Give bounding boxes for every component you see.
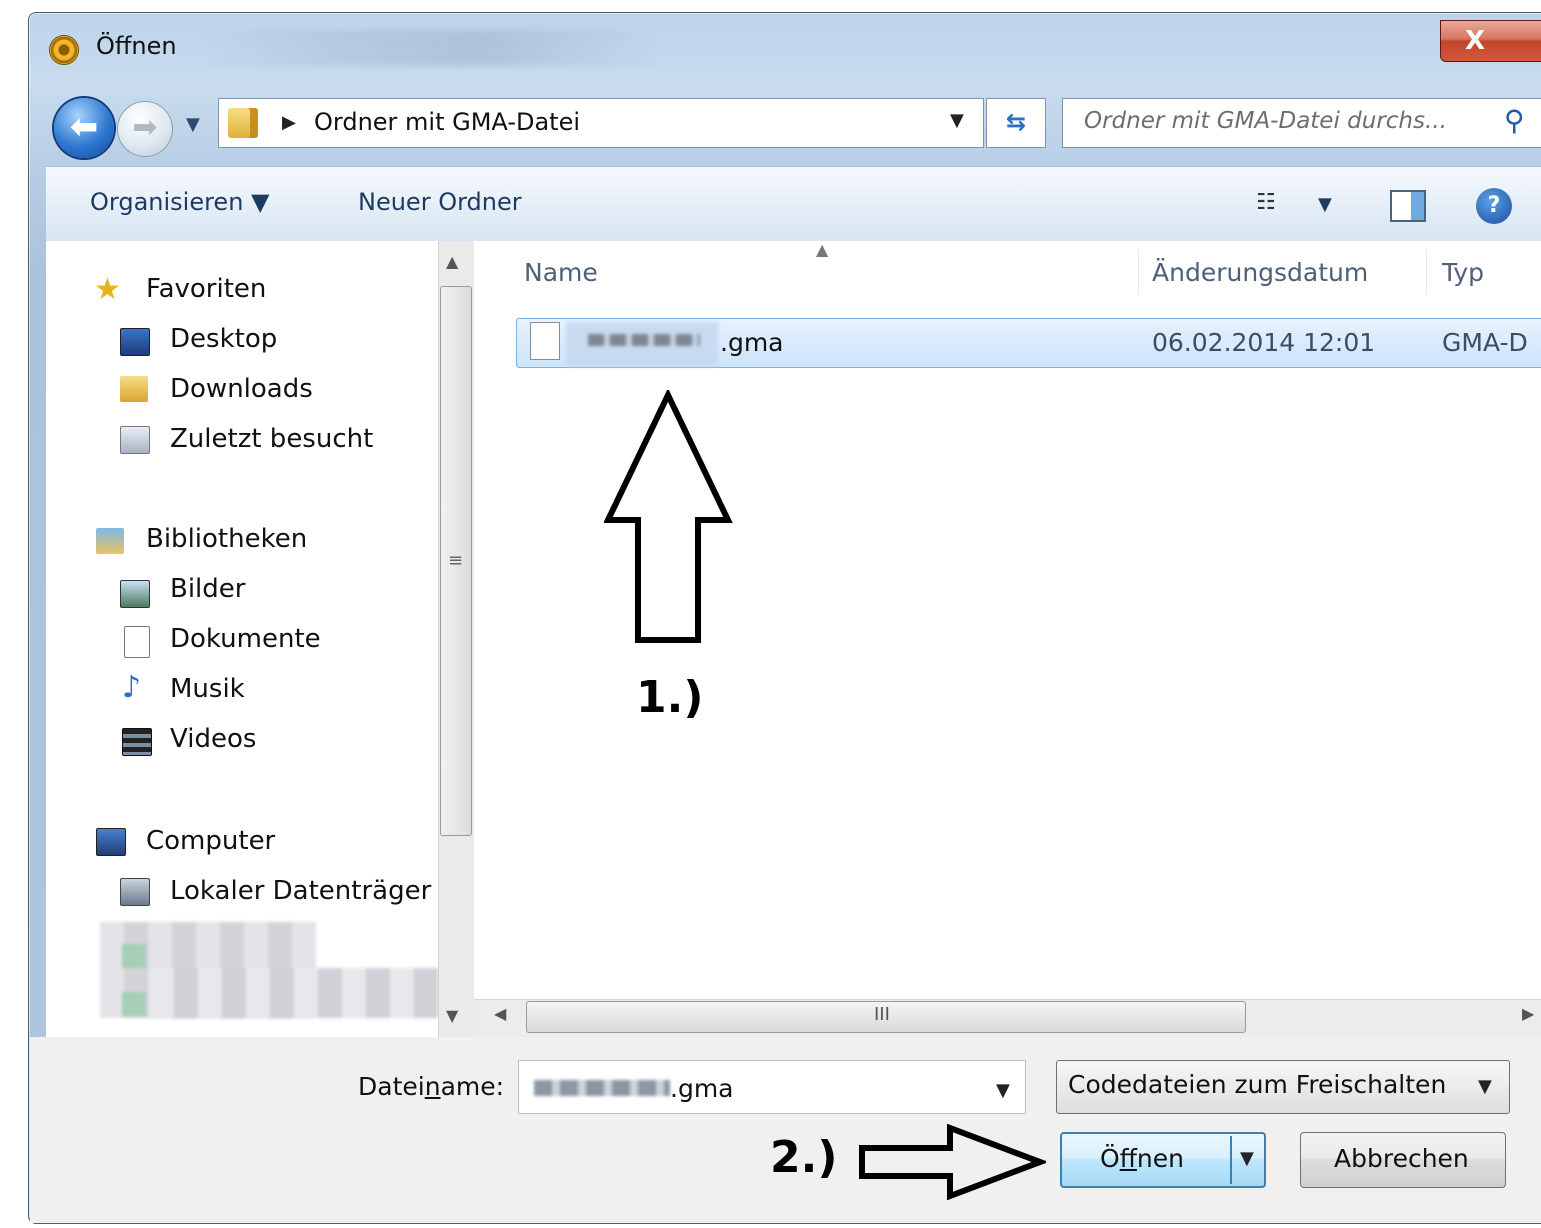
nav-music[interactable]: Musik — [170, 674, 245, 704]
redacted-drive-label — [150, 968, 438, 1018]
nav-pictures[interactable]: Bilder — [170, 574, 245, 604]
annotation-step-1: 1.) — [636, 672, 704, 723]
title-bar-blur — [200, 30, 660, 66]
local-disk-icon — [120, 878, 150, 906]
command-bar — [46, 166, 1541, 242]
column-divider[interactable] — [1426, 250, 1427, 294]
nav-desktop[interactable]: Desktop — [170, 324, 277, 354]
view-options-icon[interactable]: ☷ — [1256, 190, 1276, 215]
refresh-button[interactable]: ⇆ — [986, 98, 1046, 148]
window-title: Öffnen — [96, 32, 177, 60]
filename-suffix: .gma — [670, 1074, 734, 1103]
file-type: GMA-D — [1442, 328, 1528, 357]
nav-downloads[interactable]: Downloads — [170, 374, 313, 404]
column-header-type[interactable]: Typ — [1442, 258, 1484, 287]
column-header-name[interactable]: Name — [524, 258, 598, 287]
folder-icon — [228, 108, 258, 138]
refresh-icon: ⇆ — [1005, 108, 1027, 136]
back-button[interactable]: ⬅ — [54, 98, 114, 158]
file-name-suffix: .gma — [720, 328, 784, 357]
music-icon: ♪ — [122, 670, 142, 705]
computer-icon — [96, 828, 126, 856]
history-dropdown-icon[interactable]: ▼ — [186, 114, 200, 135]
scroll-up-icon[interactable]: ▲ — [446, 252, 458, 271]
annotation-step-2: 2.) — [770, 1132, 838, 1183]
videos-icon — [122, 728, 152, 756]
view-dropdown-icon[interactable]: ▼ — [1318, 194, 1332, 215]
file-modified-date: 06.02.2014 12:01 — [1152, 328, 1376, 357]
split-button-divider — [1230, 1136, 1232, 1184]
filter-dropdown-icon[interactable]: ▼ — [1478, 1076, 1492, 1097]
close-button[interactable]: X — [1440, 20, 1541, 62]
help-icon[interactable]: ? — [1476, 188, 1512, 224]
filename-label-part: ame: — [440, 1072, 505, 1101]
annotation-arrow-up — [604, 390, 733, 643]
redacted-pixel — [122, 944, 146, 968]
filename-dropdown-icon[interactable]: ▼ — [996, 1080, 1010, 1101]
file-icon — [530, 322, 560, 360]
pictures-icon — [120, 580, 150, 608]
search-icon[interactable]: ⚲ — [1504, 104, 1525, 137]
address-dropdown-icon[interactable]: ▼ — [950, 110, 964, 131]
star-icon: ★ — [94, 272, 121, 307]
nav-favorites[interactable]: Favoriten — [146, 274, 266, 304]
new-folder-button[interactable]: Neuer Ordner — [358, 188, 522, 216]
scroll-right-icon[interactable]: ▶ — [1522, 1004, 1534, 1023]
grip-icon: ≡ — [448, 550, 464, 571]
nav-videos[interactable]: Videos — [170, 724, 256, 754]
nav-documents[interactable]: Dokumente — [170, 624, 321, 654]
open-dropdown-icon[interactable]: ▼ — [1240, 1148, 1254, 1169]
libraries-icon — [96, 528, 124, 554]
redacted-filename-input — [534, 1080, 670, 1096]
recent-places-icon — [120, 426, 150, 454]
redacted-pixel — [122, 992, 146, 1016]
desktop-icon — [120, 328, 150, 356]
filename-label-part: Datei — [358, 1072, 425, 1101]
documents-icon — [124, 626, 150, 658]
back-arrow-icon: ⬅ — [69, 107, 99, 147]
column-header-date[interactable]: Änderungsdatum — [1152, 258, 1368, 287]
preview-pane-icon[interactable] — [1390, 190, 1426, 222]
app-icon — [50, 36, 78, 64]
column-divider[interactable] — [1138, 250, 1139, 294]
grip-icon: III — [874, 1004, 890, 1025]
nav-computer[interactable]: Computer — [146, 826, 275, 856]
annotation-arrow-right — [859, 1124, 1046, 1200]
scroll-left-icon[interactable]: ◀ — [494, 1004, 506, 1023]
breadcrumb-current-folder[interactable]: Ordner mit GMA-Datei — [314, 108, 580, 136]
nav-local-disk[interactable]: Lokaler Datenträger ( — [170, 876, 450, 906]
open-label-part: fnen — [1136, 1144, 1184, 1173]
nav-libraries[interactable]: Bibliotheken — [146, 524, 307, 554]
cancel-button-label: Abbrechen — [1334, 1144, 1469, 1173]
downloads-icon — [120, 376, 148, 402]
scroll-down-icon[interactable]: ▼ — [446, 1006, 458, 1025]
nav-recent[interactable]: Zuletzt besucht — [170, 424, 373, 454]
breadcrumb-chevron-icon[interactable]: ▶ — [282, 112, 296, 133]
filename-label-accesskey: n — [424, 1072, 441, 1101]
sort-ascending-icon: ▲ — [816, 240, 829, 259]
filename-label: Dateiname: — [358, 1072, 504, 1101]
forward-arrow-icon: ➡ — [132, 110, 158, 145]
open-label-accesskey: f — [1119, 1144, 1137, 1173]
forward-button[interactable]: ➡ — [118, 102, 172, 156]
organise-menu-button[interactable]: Organisieren ▼ — [90, 188, 270, 216]
search-placeholder: Ordner mit GMA-Datei durchs... — [1084, 108, 1447, 134]
open-button-label: Öffnen — [1100, 1144, 1184, 1173]
open-label-part: Ö — [1100, 1144, 1120, 1173]
redacted-filename-text — [588, 334, 700, 346]
file-type-filter-value: Codedateien zum Freischalten ( — [1068, 1070, 1448, 1099]
